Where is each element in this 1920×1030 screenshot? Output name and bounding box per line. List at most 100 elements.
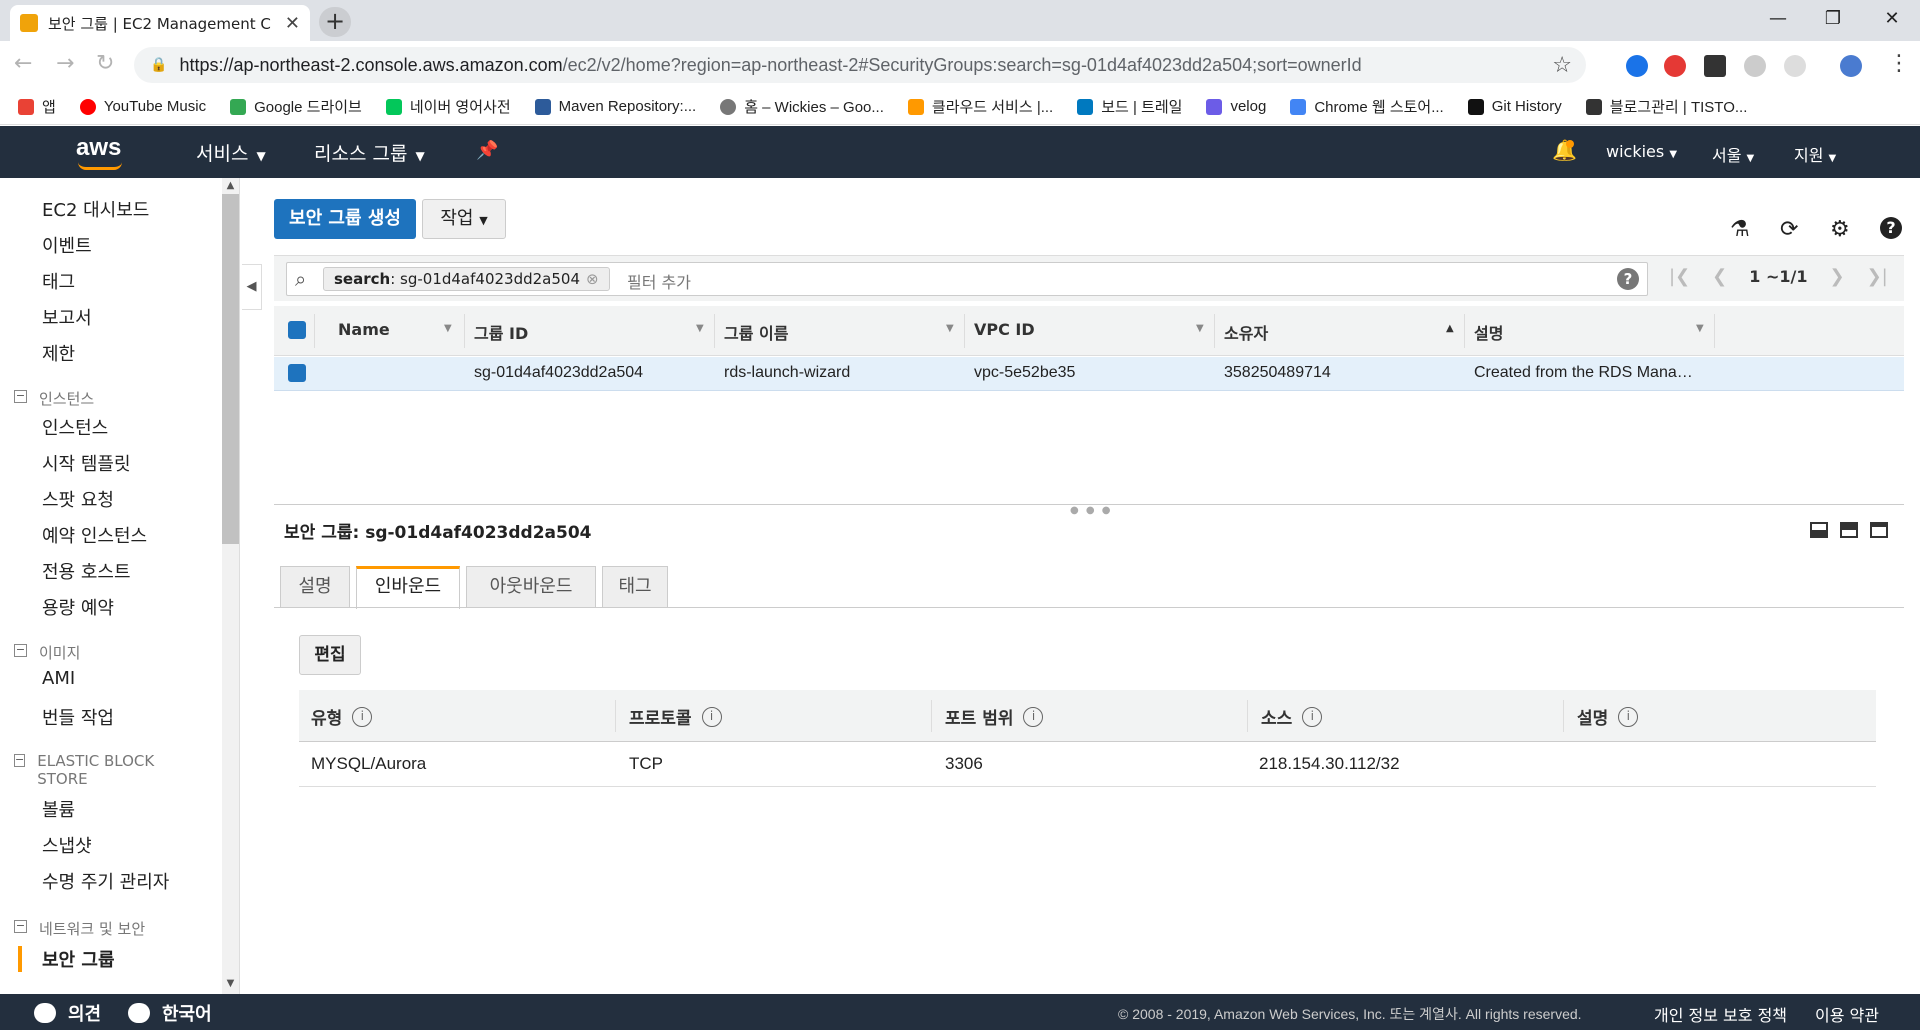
flask-icon[interactable]: ⚗: [1730, 217, 1750, 242]
bookmark-item[interactable]: 홈 – Wickies – Goo...: [720, 96, 884, 117]
help-icon[interactable]: ?: [1880, 217, 1902, 239]
sidebar-item-capacity-reservations[interactable]: 용량 예약: [42, 594, 114, 620]
filter-placeholder[interactable]: 필터 추가: [627, 269, 691, 293]
bookmark-item[interactable]: Maven Repository:...: [534, 98, 696, 115]
refresh-icon[interactable]: ⟳: [1780, 217, 1798, 242]
support-menu[interactable]: 지원 ▼: [1794, 142, 1836, 166]
sidebar-item-reserved-instances[interactable]: 예약 인스턴스: [42, 522, 147, 548]
feedback-link[interactable]: 의견: [34, 1000, 101, 1026]
sidebar-item-dashboard[interactable]: EC2 대시보드: [42, 196, 149, 222]
tab-outbound[interactable]: 아웃바운드: [466, 566, 596, 608]
forward-icon[interactable]: →: [56, 51, 74, 76]
create-security-group-button[interactable]: 보안 그룹 생성: [274, 199, 416, 239]
layout-split-icon[interactable]: [1840, 522, 1858, 538]
bookmark-item[interactable]: Chrome 웹 스토어...: [1290, 96, 1444, 117]
bookmark-item[interactable]: 네이버 영어사전: [385, 96, 511, 117]
column-header-name[interactable]: Name ▼: [338, 320, 458, 339]
extension-icon[interactable]: [1664, 55, 1686, 77]
sidebar-item-bundle-tasks[interactable]: 번들 작업: [42, 704, 114, 730]
tab-description[interactable]: 설명: [280, 566, 350, 608]
new-tab-button[interactable]: +: [319, 7, 351, 37]
bookmark-item[interactable]: YouTube Music: [79, 98, 206, 115]
sidebar-item-volumes[interactable]: 볼륨: [42, 796, 75, 822]
sidebar-item-dedicated-hosts[interactable]: 전용 호스트: [42, 558, 131, 584]
close-tab-icon[interactable]: ✕: [285, 13, 300, 34]
extension-icon[interactable]: [1784, 55, 1806, 77]
bookmark-item[interactable]: 보드 | 트레일: [1077, 96, 1182, 117]
sidebar-scrollbar-thumb[interactable]: [222, 194, 239, 544]
close-window-icon[interactable]: ✕: [1862, 4, 1920, 34]
info-icon[interactable]: i: [1023, 706, 1044, 727]
next-page-icon[interactable]: ❯: [1829, 266, 1844, 287]
search-input[interactable]: ⌕ search: sg-01d4af4023dd2a504 ⊗ 필터 추가 ?: [286, 262, 1648, 296]
scroll-down-icon[interactable]: ▼: [222, 978, 239, 989]
browser-tab[interactable]: 보안 그룹 | EC2 Management C ✕: [10, 5, 310, 41]
account-menu[interactable]: wickies ▼: [1606, 142, 1677, 161]
sidebar-section-network-security[interactable]: − 네트워크 및 보안: [14, 918, 145, 939]
scroll-up-icon[interactable]: ▲: [222, 180, 239, 191]
menu-icon[interactable]: ⋮: [1888, 51, 1910, 76]
profile-avatar[interactable]: [1840, 55, 1862, 77]
sidebar-section-images[interactable]: − 이미지: [14, 642, 80, 663]
sidebar-item-launch-templates[interactable]: 시작 템플릿: [42, 450, 131, 476]
sidebar-section-ebs[interactable]: − ELASTIC BLOCK STORE: [14, 752, 174, 788]
resource-groups-menu[interactable]: 리소스 그룹 ▼: [314, 139, 425, 166]
extension-icon[interactable]: [1744, 55, 1766, 77]
select-all-checkbox[interactable]: [288, 321, 306, 339]
column-header-owner[interactable]: 소유자 ▲: [1224, 320, 1458, 344]
first-page-icon[interactable]: |❮: [1669, 266, 1690, 287]
search-token[interactable]: search: sg-01d4af4023dd2a504 ⊗: [323, 267, 610, 291]
row-checkbox[interactable]: [288, 364, 306, 382]
sidebar-item-snapshots[interactable]: 스냅샷: [42, 832, 92, 858]
pin-icon[interactable]: 📌: [476, 140, 498, 161]
column-header-group-id[interactable]: 그룹 ID ▼: [474, 320, 708, 344]
drag-handle-icon[interactable]: ● ● ●: [1070, 505, 1113, 516]
notification-bell-icon[interactable]: 🔔: [1552, 138, 1577, 162]
reload-icon[interactable]: ↻: [96, 51, 114, 76]
back-icon[interactable]: ←: [14, 51, 32, 76]
region-menu[interactable]: 서울 ▼: [1712, 142, 1754, 166]
info-icon[interactable]: i: [701, 706, 722, 727]
layout-full-icon[interactable]: [1870, 522, 1888, 538]
actions-button[interactable]: 작업 ▼: [422, 199, 506, 239]
bookmark-item[interactable]: 블로그관리 | TISTO...: [1585, 96, 1747, 117]
sidebar-item-reports[interactable]: 보고서: [42, 304, 92, 330]
last-page-icon[interactable]: ❯|: [1867, 266, 1888, 287]
sidebar-item-limits[interactable]: 제한: [42, 340, 75, 366]
services-menu[interactable]: 서비스 ▼: [196, 139, 266, 166]
sidebar-item-instances[interactable]: 인스턴스: [42, 414, 108, 440]
sidebar-item-spot-requests[interactable]: 스팟 요청: [42, 486, 114, 512]
column-header-description[interactable]: 설명 ▼: [1474, 320, 1708, 344]
tab-tags[interactable]: 태그: [602, 566, 668, 608]
sidebar-item-ami[interactable]: AMI: [42, 668, 75, 689]
terms-link[interactable]: 이용 약관: [1815, 1002, 1879, 1026]
table-row[interactable]: sg-01d4af4023dd2a504 rds-launch-wizard v…: [274, 357, 1904, 391]
bookmark-item[interactable]: Google 드라이브: [230, 96, 362, 117]
restore-icon[interactable]: ❐: [1803, 4, 1863, 34]
column-header-group-name[interactable]: 그룹 이름 ▼: [724, 320, 958, 344]
bookmark-item[interactable]: Git History: [1467, 98, 1562, 115]
layout-bottom-icon[interactable]: [1810, 522, 1828, 538]
collapse-sidebar-button[interactable]: ◀: [242, 264, 262, 310]
remove-token-icon[interactable]: ⊗: [586, 270, 599, 288]
sidebar-item-tags[interactable]: 태그: [42, 268, 75, 294]
prev-page-icon[interactable]: ❮: [1712, 266, 1727, 287]
info-icon[interactable]: i: [352, 706, 373, 727]
privacy-policy-link[interactable]: 개인 정보 보호 정책: [1654, 1002, 1787, 1026]
info-icon[interactable]: i: [1618, 706, 1639, 727]
tab-inbound[interactable]: 인바운드: [356, 566, 460, 609]
aws-logo[interactable]: aws: [76, 134, 122, 170]
bookmark-item[interactable]: 앱: [18, 96, 56, 117]
extension-icon[interactable]: [1626, 55, 1648, 77]
sidebar-item-lifecycle-manager[interactable]: 수명 주기 관리자: [42, 868, 169, 894]
column-header-vpc-id[interactable]: VPC ID ▼: [974, 320, 1208, 339]
search-help-icon[interactable]: ?: [1617, 268, 1639, 290]
sidebar-section-instances[interactable]: − 인스턴스: [14, 388, 94, 409]
address-bar[interactable]: 🔒 https://ap-northeast-2.console.aws.ama…: [134, 47, 1586, 83]
bookmark-item[interactable]: velog: [1206, 98, 1266, 115]
sidebar-item-events[interactable]: 이벤트: [42, 232, 92, 258]
gear-icon[interactable]: ⚙: [1830, 217, 1850, 242]
edit-rules-button[interactable]: 편집: [299, 635, 361, 675]
bookmark-star-icon[interactable]: ☆: [1552, 53, 1572, 78]
sidebar-item-security-groups[interactable]: 보안 그룹: [42, 946, 115, 972]
